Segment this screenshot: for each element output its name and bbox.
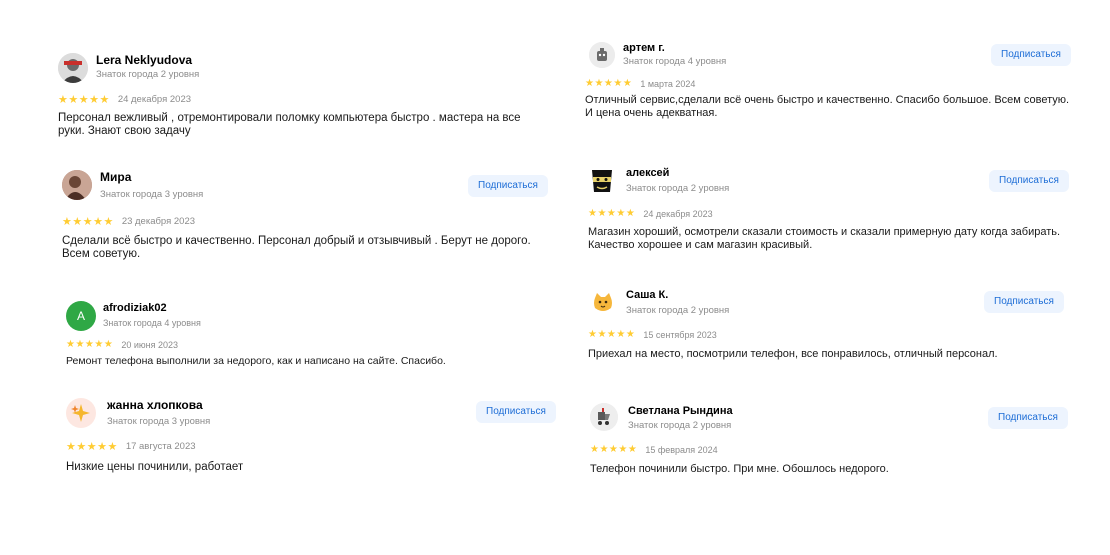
review-date: 23 декабря 2023	[121, 216, 196, 227]
subscribe-button[interactable]: Подписаться	[988, 407, 1068, 429]
review-text: Отличный сервис,сделали всё очень быстро…	[585, 94, 1070, 119]
baby-stroller-icon	[590, 403, 618, 431]
reviewer-name[interactable]: алексей	[626, 166, 669, 180]
rating-row: ★★★★★ 17 августа 2023	[66, 441, 196, 453]
reviewer-level: Знаток города 2 уровня	[628, 420, 732, 431]
subscribe-button[interactable]: Подписаться	[991, 44, 1071, 66]
reviewer-level: Знаток города 2 уровня	[626, 305, 730, 316]
review-card: Lera Neklyudova Знаток города 2 уровня ★…	[58, 52, 548, 144]
review-text: Телефон починили быстро. При мне. Обошло…	[590, 463, 889, 475]
review-card: алексей Знаток города 2 уровня Подписать…	[588, 165, 1074, 265]
review-text: Сделали всё быстро и качественно. Персон…	[62, 235, 531, 260]
avatar[interactable]: A	[66, 301, 96, 331]
reviewer-name[interactable]: артем г.	[623, 41, 665, 55]
rating-row: ★★★★★ 20 июня 2023	[66, 339, 178, 351]
review-text: Приехал на место, посмотрили телефон, вс…	[588, 348, 998, 360]
rating-row: ★★★★★ 15 сентября 2023	[588, 329, 717, 341]
bandit-mask-icon	[592, 170, 612, 192]
reviewer-level: Знаток города 2 уровня	[626, 183, 730, 194]
rating-row: ★★★★★ 23 декабря 2023	[62, 216, 195, 228]
review-text: Персонал вежливый , отремонтировали поло…	[58, 112, 521, 137]
rating-stars: ★★★★★	[590, 444, 638, 455]
subscribe-button[interactable]: Подписаться	[476, 401, 556, 423]
reviewer-level: Знаток города 3 уровня	[107, 416, 211, 427]
review-date: 24 декабря 2023	[117, 94, 192, 105]
review-card: Саша К. Знаток города 2 уровня Подписать…	[588, 287, 1073, 367]
rating-stars: ★★★★★	[588, 208, 636, 219]
avatar[interactable]	[588, 288, 618, 318]
review-date: 24 декабря 2023	[643, 209, 713, 219]
rating-row: ★★★★★ 15 февраля 2024	[590, 444, 718, 456]
subscribe-button[interactable]: Подписаться	[989, 170, 1069, 192]
avatar[interactable]	[66, 398, 96, 428]
reviewer-name[interactable]: Светлана Рындина	[628, 404, 733, 418]
reviewer-level: Знаток города 3 уровня	[100, 189, 204, 200]
rating-stars: ★★★★★	[62, 216, 114, 228]
avatar[interactable]	[590, 403, 618, 431]
review-text: Ремонт телефона выполнили за недорого, к…	[66, 355, 446, 367]
reviewer-name[interactable]: afrodiziak02	[103, 301, 167, 315]
review-card: Мира Знаток города 3 уровня Подписаться …	[62, 170, 552, 270]
review-card: Светлана Рындина Знаток города 2 уровня …	[590, 402, 1075, 482]
rating-stars: ★★★★★	[66, 339, 114, 350]
review-text: Низкие цены починили, работает	[66, 461, 244, 473]
cat-icon	[594, 293, 612, 311]
person-photo-icon	[62, 170, 92, 200]
sparkles-icon	[71, 404, 90, 422]
rating-stars: ★★★★★	[66, 441, 118, 453]
rating-stars: ★★★★★	[585, 78, 633, 89]
rating-row: ★★★★★ 1 марта 2024	[585, 78, 695, 90]
reviewer-name[interactable]: жанна хлопкова	[107, 398, 203, 412]
subscribe-button[interactable]: Подписаться	[468, 175, 548, 197]
reviewer-level: Знаток города 4 уровня	[103, 318, 201, 328]
robot-icon	[589, 42, 615, 68]
avatar[interactable]	[588, 166, 616, 196]
review-date: 20 июня 2023	[121, 340, 178, 350]
review-date: 1 марта 2024	[640, 79, 696, 89]
reviewer-name[interactable]: Саша К.	[626, 288, 668, 302]
review-date: 17 августа 2023	[125, 441, 196, 452]
reviewer-name[interactable]: Мира	[100, 170, 131, 184]
review-card: A afrodiziak02 Знаток города 4 уровня ★★…	[66, 300, 546, 375]
avatar[interactable]	[62, 170, 92, 200]
subscribe-button[interactable]: Подписаться	[984, 291, 1064, 313]
reviewer-level: Знаток города 2 уровня	[96, 69, 200, 80]
rating-stars: ★★★★★	[588, 329, 636, 340]
reviewer-name[interactable]: Lera Neklyudova	[96, 53, 192, 67]
avatar[interactable]	[58, 53, 88, 83]
review-card: артем г. Знаток города 4 уровня Подписат…	[585, 40, 1080, 135]
review-date: 15 сентября 2023	[643, 330, 717, 340]
review-text: Магазин хороший, осмотрели сказали стоим…	[588, 226, 1061, 251]
rating-stars: ★★★★★	[58, 94, 110, 106]
avatar[interactable]	[589, 42, 615, 68]
rating-row: ★★★★★ 24 декабря 2023	[588, 208, 713, 220]
review-card: жанна хлопкова Знаток города 3 уровня По…	[66, 397, 566, 477]
avatar-letter: A	[76, 309, 85, 323]
reviewer-level: Знаток города 4 уровня	[623, 56, 727, 67]
rating-row: ★★★★★ 24 декабря 2023	[58, 94, 191, 106]
person-photo-icon	[58, 53, 88, 83]
review-date: 15 февраля 2024	[645, 445, 718, 455]
